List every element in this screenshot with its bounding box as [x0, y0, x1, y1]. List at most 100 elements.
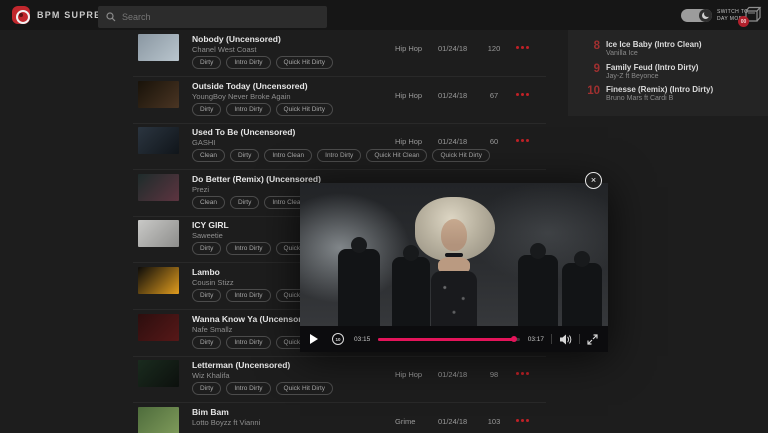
day-mode-toggle[interactable]	[681, 9, 712, 22]
track-options-button[interactable]	[516, 46, 529, 49]
track-genre: Hip Hop	[395, 137, 422, 146]
toggle-knob	[699, 9, 712, 22]
chart-rank: 10	[576, 85, 600, 97]
track-tags: Dirty Intro Dirty Quick Hit Dirty	[192, 103, 333, 116]
fullscreen-icon	[587, 334, 598, 345]
track-thumbnail[interactable]	[138, 314, 179, 341]
track-thumbnail[interactable]	[138, 174, 179, 201]
crate-button[interactable]: 00	[742, 4, 764, 26]
track-artist[interactable]: Saweetie	[192, 231, 223, 240]
track-artist[interactable]: Wiz Khalifa	[192, 371, 230, 380]
top-bar: BPM SUPREME SWITCH TO DAY MODE 00	[0, 0, 768, 30]
chart-rank: 9	[576, 63, 600, 75]
tag-pill[interactable]: Intro Dirty	[226, 336, 270, 349]
track-options-button[interactable]	[516, 372, 529, 375]
track-title[interactable]: Nobody (Uncensored)	[192, 34, 281, 44]
tag-pill[interactable]: Intro Dirty	[226, 103, 270, 116]
track-thumbnail[interactable]	[138, 81, 179, 108]
fullscreen-button[interactable]	[587, 334, 598, 345]
tag-pill[interactable]: Quick Hit Dirty	[432, 149, 490, 162]
track-artist[interactable]: Lotto Boyzz ft Vianni	[192, 418, 260, 427]
track-tags: Dirty Intro Dirty Quick Hit Dirty	[192, 56, 333, 69]
track-title[interactable]: Used To Be (Uncensored)	[192, 127, 295, 137]
tag-pill[interactable]: Dirty	[230, 149, 259, 162]
tag-pill[interactable]: Intro Clean	[264, 149, 312, 162]
close-icon[interactable]: ×	[585, 172, 602, 189]
chart-track-title: Ice Ice Baby (Intro Clean)	[606, 40, 702, 49]
music-video-frame[interactable]	[300, 183, 608, 326]
track-genre: Grime	[395, 417, 415, 426]
track-artist[interactable]: GASHI	[192, 138, 215, 147]
tag-pill[interactable]: Quick Hit Dirty	[276, 103, 334, 116]
progress-knob[interactable]	[511, 336, 517, 342]
track-options-button[interactable]	[516, 139, 529, 142]
tag-pill[interactable]: Dirty	[230, 196, 259, 209]
progress-fill	[378, 338, 515, 341]
current-time: 03:15	[354, 336, 370, 343]
track-title[interactable]: Letterman (Uncensored)	[192, 360, 290, 370]
tag-pill[interactable]: Dirty	[192, 56, 221, 69]
singer-sparkle-top	[431, 271, 477, 326]
track-title[interactable]: Lambo	[192, 267, 220, 277]
track-thumbnail[interactable]	[138, 267, 179, 294]
volume-button[interactable]	[559, 334, 572, 345]
tag-pill[interactable]: Quick Hit Clean	[366, 149, 427, 162]
track-title[interactable]: Wanna Know Ya (Uncensored)	[192, 314, 314, 324]
tag-pill[interactable]: Quick Hit Dirty	[276, 56, 334, 69]
crate-count-badge: 00	[738, 16, 749, 27]
chart-track-title: Finesse (Remix) (Intro Dirty)	[606, 85, 713, 94]
play-button[interactable]	[310, 334, 318, 344]
tag-pill[interactable]: Clean	[192, 149, 225, 162]
search-input[interactable]	[122, 12, 302, 22]
track-row: Letterman (Uncensored)Wiz Khalifa Dirty In…	[133, 356, 546, 403]
track-thumbnail[interactable]	[138, 360, 179, 387]
track-artist[interactable]: Cousin Stizz	[192, 278, 234, 287]
track-thumbnail[interactable]	[138, 220, 179, 247]
tag-pill[interactable]: Intro Dirty	[226, 289, 270, 302]
track-row: Bim BamLotto Boyzz ft Vianni Grime 01/24/1…	[133, 403, 546, 433]
track-artist[interactable]: YoungBoy Never Broke Again	[192, 92, 291, 101]
track-artist[interactable]: Chanel West Coast	[192, 45, 256, 54]
track-options-button[interactable]	[516, 93, 529, 96]
track-tags: Clean Dirty Intro Clean Intro Dirty Quick Hi…	[192, 149, 490, 162]
track-thumbnail[interactable]	[138, 407, 179, 433]
track-thumbnail[interactable]	[138, 34, 179, 61]
track-options-button[interactable]	[516, 419, 529, 422]
search-icon	[106, 12, 116, 22]
tag-pill[interactable]: Intro Dirty	[226, 382, 270, 395]
tag-pill[interactable]: Dirty	[192, 103, 221, 116]
track-thumbnail[interactable]	[138, 127, 179, 154]
track-tags: Dirty Intro Dirty Quick Hit Dirty	[192, 382, 333, 395]
chart-track-artist: Bruno Mars ft Cardi B	[606, 95, 673, 102]
track-bpm: 60	[480, 137, 508, 146]
tag-pill[interactable]: Intro Dirty	[226, 56, 270, 69]
tag-pill[interactable]: Intro Dirty	[226, 242, 270, 255]
tag-pill[interactable]: Dirty	[192, 242, 221, 255]
replay-10-button[interactable]: 10	[332, 333, 344, 345]
tag-pill[interactable]: Intro Dirty	[317, 149, 361, 162]
chart-track-title: Family Feud (Intro Dirty)	[606, 63, 698, 72]
track-artist[interactable]: Prezi	[192, 185, 209, 194]
track-bpm: 98	[480, 370, 508, 379]
tag-pill[interactable]: Dirty	[192, 289, 221, 302]
chart-item[interactable]: 10 Finesse (Remix) (Intro Dirty)Bruno Mar…	[568, 84, 768, 106]
tag-pill[interactable]: Dirty	[192, 382, 221, 395]
bpm-supreme-logo-icon[interactable]	[12, 6, 30, 24]
track-title[interactable]: Outside Today (Uncensored)	[192, 81, 308, 91]
tag-pill[interactable]: Dirty	[192, 336, 221, 349]
tag-pill[interactable]: Quick Hit Dirty	[276, 382, 334, 395]
track-bpm: 103	[480, 417, 508, 426]
track-row: Nobody (Uncensored)Chanel West Coast Dirt…	[133, 30, 546, 77]
track-date: 01/24/18	[438, 417, 467, 426]
track-title[interactable]: Bim Bam	[192, 407, 229, 417]
chart-track-artist: Jay-Z ft Beyonce	[606, 73, 659, 80]
track-date: 01/24/18	[438, 370, 467, 379]
chart-item[interactable]: 9 Family Feud (Intro Dirty)Jay-Z ft Beyon…	[568, 62, 768, 84]
track-row: Outside Today (Uncensored)YoungBoy Never…	[133, 77, 546, 124]
progress-bar[interactable]	[378, 338, 519, 341]
search-box	[98, 6, 327, 28]
track-artist[interactable]: Nafe Smallz	[192, 325, 232, 334]
chart-item[interactable]: 8Ice Ice Baby (Intro Clean)Vanilla Ice	[568, 39, 768, 61]
track-title[interactable]: ICY GIRL	[192, 220, 229, 230]
tag-pill[interactable]: Clean	[192, 196, 225, 209]
